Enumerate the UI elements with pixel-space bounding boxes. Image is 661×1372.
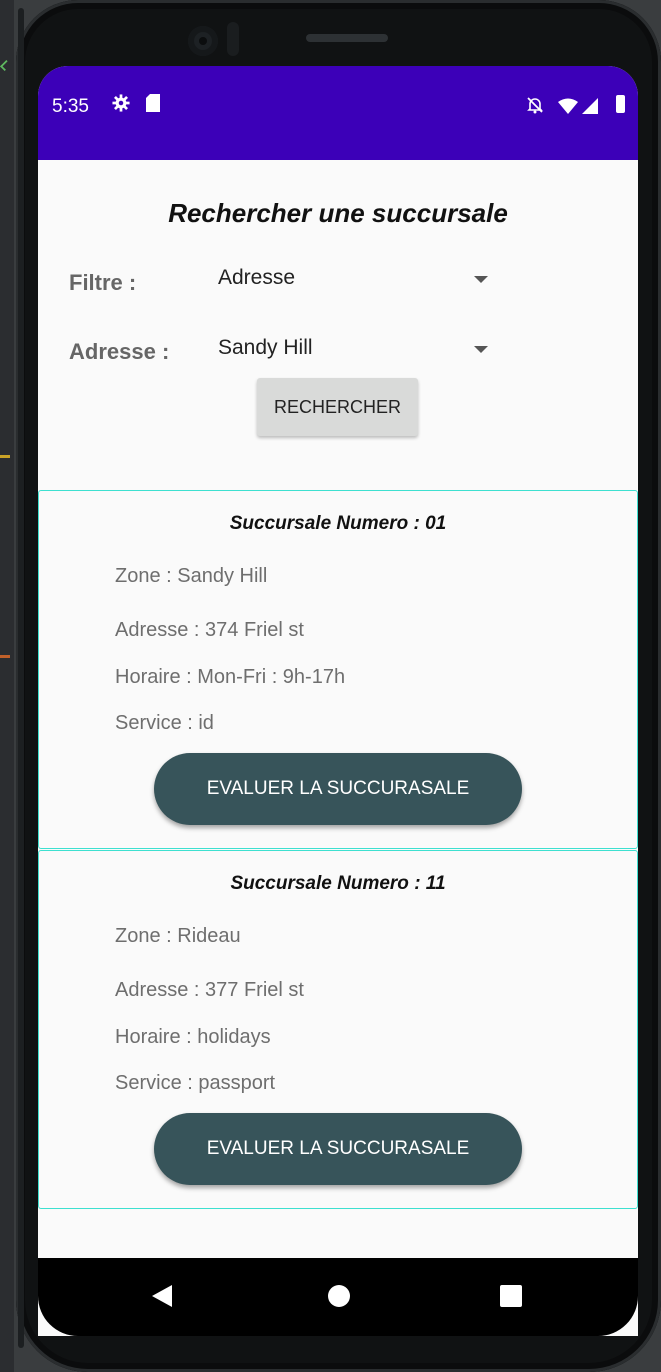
branch-number: Succursale Numero : 11 (230, 873, 446, 894)
filter-dropdown-value: Adresse (218, 266, 296, 289)
speaker (306, 34, 388, 42)
branch-card: Succursale Numero : 11 Zone : Rideau Adr… (38, 850, 638, 1209)
search-button[interactable]: RECHERCHER (257, 378, 418, 436)
branch-hours: Horaire : Mon-Fri : 9h-17h (115, 666, 346, 688)
evaluate-branch-button[interactable]: EVALUER LA SUCCURASALE (154, 1113, 522, 1185)
branch-number: Succursale Numero : 01 (229, 513, 447, 534)
dropdown-arrow-icon (474, 346, 488, 353)
dropdown-arrow-icon (474, 276, 488, 283)
bell-off-icon (527, 97, 543, 114)
app-screen: 5:35 Rechercher une succursale Filtre : (38, 66, 638, 1336)
navigation-bar (38, 1258, 638, 1336)
home-icon[interactable] (328, 1285, 350, 1307)
camera-icon (188, 26, 218, 56)
phone-edge (18, 8, 24, 1348)
branch-card: Succursale Numero : 01 Zone : Sandy Hill… (38, 490, 638, 849)
filter-label: Filtre : (69, 270, 137, 295)
sd-card-icon (146, 94, 160, 112)
ide-marker (0, 655, 10, 658)
status-time: 5:35 (52, 96, 89, 117)
address-dropdown-value: Sandy Hill (218, 336, 313, 359)
evaluate-branch-button[interactable]: EVALUER LA SUCCURASALE (154, 753, 522, 825)
branch-hours: Horaire : holidays (115, 1026, 271, 1048)
ide-marker (0, 455, 10, 458)
battery-icon (616, 95, 625, 113)
ide-background (0, 0, 14, 1372)
branch-zone: Zone : Rideau (115, 925, 241, 947)
check-icon (0, 59, 12, 72)
sensor (227, 22, 239, 56)
branch-service: Service : passport (115, 1072, 276, 1094)
branch-service: Service : id (115, 712, 214, 734)
signal-icon (582, 98, 598, 114)
back-icon[interactable] (152, 1285, 172, 1307)
address-label: Adresse : (69, 339, 170, 364)
branch-zone: Zone : Sandy Hill (115, 565, 268, 587)
filter-dropdown[interactable]: Adresse (218, 262, 488, 302)
gear-icon (112, 94, 130, 112)
address-dropdown[interactable]: Sandy Hill (218, 332, 488, 372)
status-bar: 5:35 (38, 66, 638, 160)
recents-icon[interactable] (500, 1285, 522, 1307)
branch-address: Adresse : 374 Friel st (115, 619, 304, 641)
wifi-icon (558, 98, 578, 114)
page-title: Rechercher une succursale (168, 198, 508, 228)
branch-address: Adresse : 377 Friel st (115, 979, 304, 1001)
